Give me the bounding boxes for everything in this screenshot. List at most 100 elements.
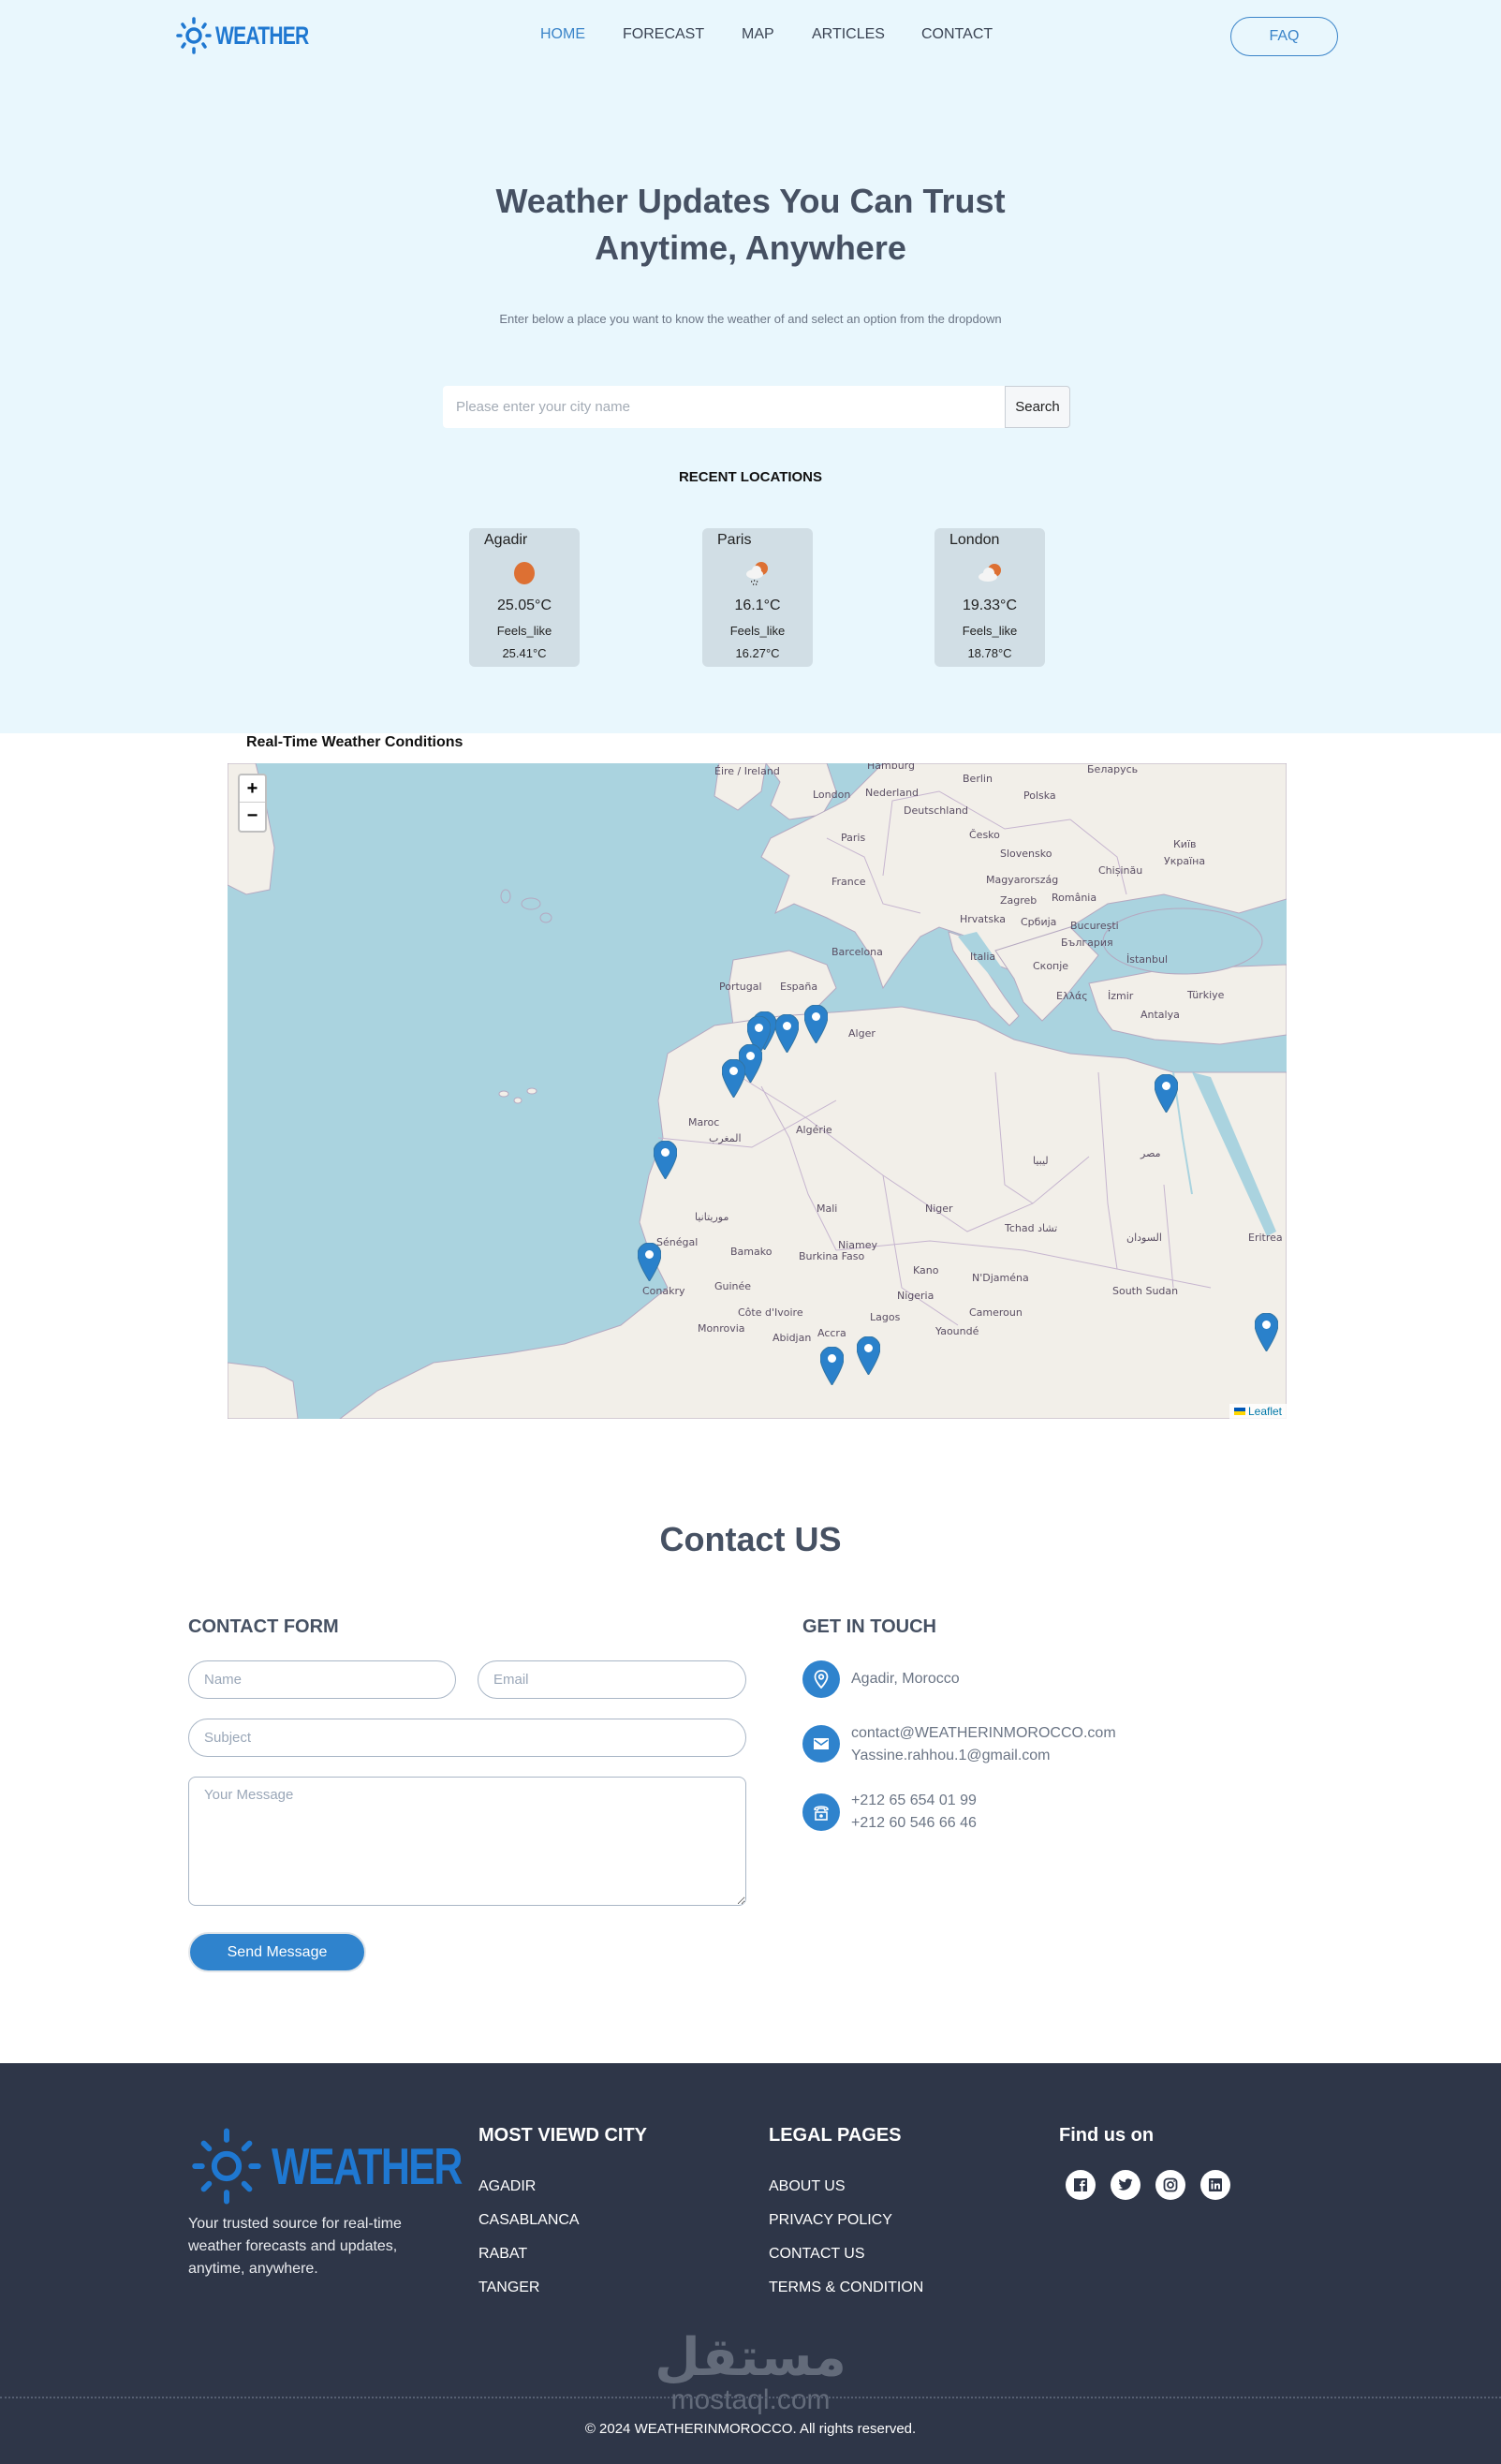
map-label: România <box>1052 892 1097 904</box>
card-feels-value: 16.27°C <box>735 646 780 660</box>
map-label: Berlin <box>963 773 993 785</box>
footer-city-link[interactable]: AGADIR <box>478 2178 536 2195</box>
footer-city-link[interactable]: CASABLANCA <box>478 2212 580 2229</box>
map-marker[interactable] <box>1155 1074 1178 1113</box>
weather-map[interactable]: Éire / Ireland London Nederland Berlin P… <box>228 763 1287 1419</box>
watermark-latin: mostaql.com <box>670 2384 831 2415</box>
card-temp: 19.33°C <box>963 598 1017 613</box>
footer-terms-link[interactable]: TERMS & CONDITION <box>769 2280 923 2296</box>
map-marker[interactable] <box>654 1141 677 1179</box>
footer-privacy-link[interactable]: PRIVACY POLICY <box>769 2212 892 2229</box>
name-field[interactable] <box>188 1660 456 1699</box>
message-field[interactable] <box>188 1777 746 1906</box>
map-label: مصر <box>1140 1147 1161 1159</box>
search-button[interactable]: Search <box>1005 386 1070 428</box>
map-zoom-control: + − <box>238 774 267 833</box>
cloud-sun-icon <box>979 564 1001 582</box>
footer-description: Your trusted source for real-time weathe… <box>188 2216 402 2277</box>
card-temp: 25.05°C <box>497 598 552 613</box>
map-label: السودان <box>1126 1232 1162 1244</box>
map-label: Éire / Ireland <box>714 765 780 777</box>
map-label: France <box>831 876 866 888</box>
map-marker[interactable] <box>722 1059 745 1098</box>
watermark-arabic: مستقل <box>655 2327 846 2388</box>
copyright: © 2024 WEATHERINMOROCCO. All rights rese… <box>584 2421 917 2437</box>
map-label: Algérie <box>796 1124 832 1136</box>
most-viewed-title: MOST VIEWD CITY <box>478 2125 647 2146</box>
zoom-in-button[interactable]: + <box>240 775 265 803</box>
map-label: İstanbul <box>1126 953 1169 966</box>
hero-title-line2: Anytime, Anywhere <box>595 229 906 267</box>
phone-secondary[interactable]: +212 60 546 66 46 <box>851 1812 977 1835</box>
find-us-title: Find us on <box>1059 2125 1155 2146</box>
phone-primary[interactable]: +212 65 654 01 99 <box>851 1790 977 1812</box>
map-label: Alger <box>848 1027 876 1040</box>
footer-logo[interactable]: WEATHER <box>187 2124 515 2208</box>
faq-button[interactable]: FAQ <box>1230 17 1338 56</box>
map-label: Mali <box>817 1202 838 1215</box>
nav-home[interactable]: HOME <box>540 26 585 43</box>
location-card-agadir[interactable]: Agadir 25.05°C Feels_like 25.41°C <box>469 528 580 667</box>
attribution-link[interactable]: Leaflet <box>1248 1405 1282 1418</box>
facebook-icon[interactable] <box>1066 2170 1096 2200</box>
location-pin-icon <box>802 1660 840 1698</box>
hero-title-line1: Weather Updates You Can Trust <box>495 182 1006 220</box>
footer-contact-link[interactable]: CONTACT US <box>769 2246 865 2263</box>
email-primary[interactable]: contact@WEATHERINMOROCCO.com <box>851 1722 1116 1745</box>
linkedin-icon[interactable] <box>1200 2170 1230 2200</box>
map-label: Bamako <box>730 1246 773 1258</box>
nav-forecast[interactable]: FORECAST <box>623 26 704 43</box>
instagram-icon[interactable] <box>1155 2170 1185 2200</box>
card-feels-label: Feels_like <box>962 624 1018 638</box>
location-card-paris[interactable]: Paris 16.1°C Feels_like 16.27°C <box>702 528 813 667</box>
legal-pages-title: LEGAL PAGES <box>769 2125 902 2146</box>
map-label: موريتانيا <box>695 1211 729 1223</box>
map-label: Tchad تشاد <box>1005 1222 1058 1234</box>
map-label: Беларусь <box>1087 763 1139 775</box>
map-label: Україна <box>1164 855 1206 867</box>
send-message-button[interactable]: Send Message <box>188 1932 366 1972</box>
map-label: España <box>780 981 818 993</box>
map-marker[interactable] <box>775 1014 799 1053</box>
footer-city-link[interactable]: TANGER <box>478 2280 539 2296</box>
map-label: Zagreb <box>1000 894 1037 907</box>
contact-title: Contact US <box>659 1520 842 1558</box>
map-marker[interactable] <box>638 1243 661 1281</box>
map-label: Monrovia <box>698 1322 745 1335</box>
contact-form-title: CONTACT FORM <box>188 1616 339 1637</box>
map-label: London <box>813 789 851 801</box>
zoom-out-button[interactable]: − <box>240 803 265 830</box>
email-field[interactable] <box>478 1660 746 1699</box>
map-tiles <box>228 763 1287 1419</box>
phone-icon <box>802 1793 840 1831</box>
map-title: Real-Time Weather Conditions <box>246 734 464 750</box>
nav-contact[interactable]: CONTACT <box>921 26 993 43</box>
cloud-sun-rain-icon <box>746 562 768 585</box>
city-search: Search <box>443 386 1070 428</box>
email-secondary[interactable]: Yassine.rahhou.1@gmail.com <box>851 1745 1116 1767</box>
location-card-london[interactable]: London 19.33°C Feels_like 18.78°C <box>934 528 1045 667</box>
map-label: Polska <box>1023 789 1056 802</box>
footer-city-link[interactable]: RABAT <box>478 2246 527 2263</box>
footer-about-link[interactable]: ABOUT US <box>769 2178 846 2195</box>
city-search-input[interactable] <box>443 386 1005 428</box>
twitter-icon[interactable] <box>1111 2170 1140 2200</box>
footer-divider <box>0 2397 1501 2398</box>
map-label: Chișinău <box>1098 864 1143 877</box>
map-label: Accra <box>817 1327 846 1339</box>
hero-subtitle: Enter below a place you want to know the… <box>499 312 1002 326</box>
map-attribution[interactable]: Leaflet <box>1229 1404 1287 1419</box>
card-feels-value: 18.78°C <box>967 646 1012 660</box>
map-marker[interactable] <box>804 1005 828 1043</box>
card-temp: 16.1°C <box>734 598 781 613</box>
nav-map[interactable]: MAP <box>742 26 774 43</box>
map-label: Magyarország <box>986 874 1059 886</box>
map-label: Yaoundé <box>935 1325 979 1337</box>
nav-articles[interactable]: ARTICLES <box>812 26 885 43</box>
brand-name: WEATHER <box>272 2137 463 2195</box>
subject-field[interactable] <box>188 1719 746 1757</box>
map-marker[interactable] <box>1255 1313 1278 1351</box>
map-marker[interactable] <box>820 1347 844 1385</box>
map-marker[interactable] <box>857 1336 880 1375</box>
card-feels-value: 25.41°C <box>502 646 547 660</box>
